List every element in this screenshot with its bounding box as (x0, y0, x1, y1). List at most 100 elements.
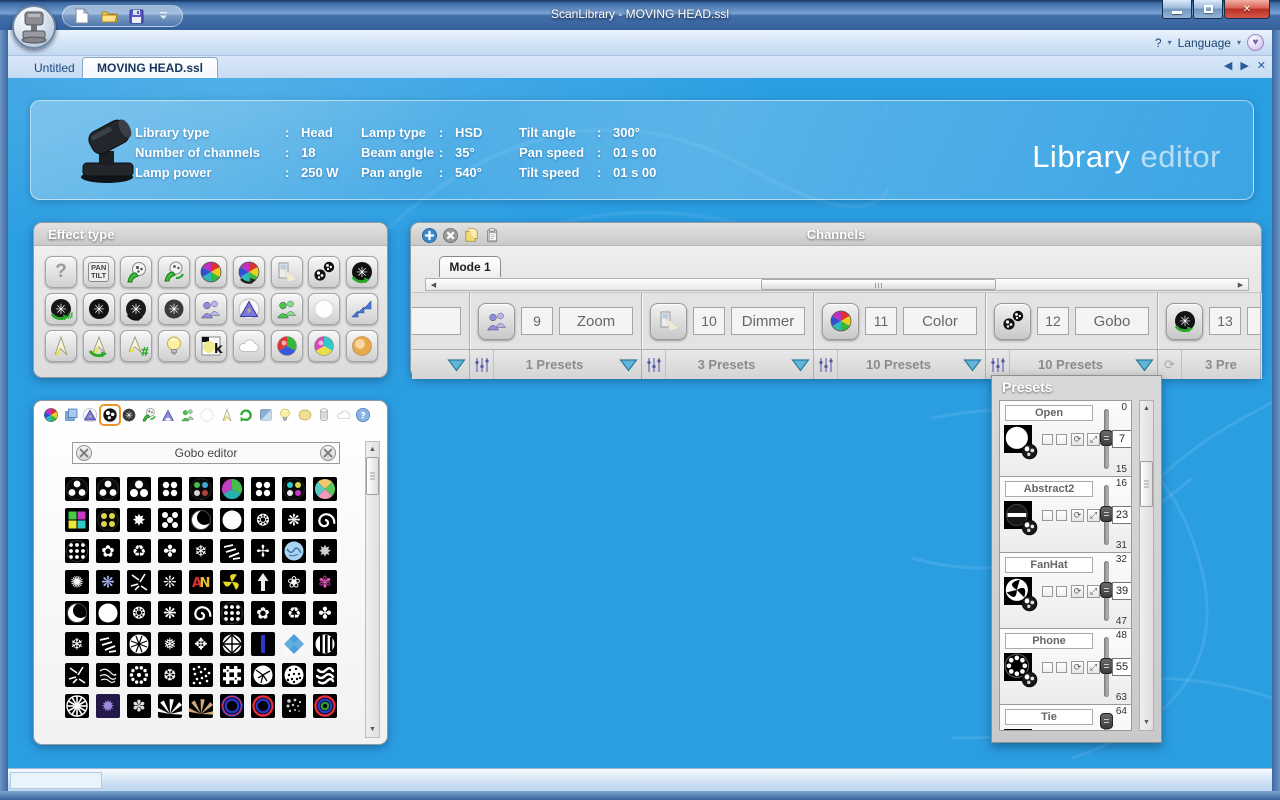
gobo-thumbnail[interactable]: ✢ (251, 539, 275, 563)
hands-icon[interactable] (140, 406, 158, 424)
gobo-thumbnail[interactable]: ❀ (282, 570, 306, 594)
gobo-thumbnail[interactable]: ❋ (96, 570, 120, 594)
gobo-thumbnail[interactable]: ✤ (158, 539, 182, 563)
preset-value-field[interactable]: 7 (1112, 430, 1132, 448)
preset-expand-button[interactable]: ⤢ (1087, 433, 1100, 446)
gobo-thumbnail[interactable] (189, 663, 213, 687)
gobo-thumbnail[interactable] (220, 508, 244, 532)
gobo-thumbnail[interactable]: ❄ (65, 632, 89, 656)
scrollbar-thumb[interactable] (1140, 461, 1153, 507)
scroll-up-icon[interactable]: ▲ (366, 443, 379, 456)
gobo-thumbnail[interactable] (282, 694, 306, 718)
gobo-thumbnail[interactable] (251, 477, 275, 501)
preset-checkbox-2[interactable] (1056, 586, 1067, 597)
preset-slider[interactable] (1104, 637, 1109, 697)
gobo-rotation-green-icon[interactable]: ✳# (45, 293, 77, 325)
preset-expand-button[interactable]: ⤢ (1087, 661, 1100, 674)
tab-prev-icon[interactable]: ◀ (1224, 59, 1232, 72)
pan-tilt-icon[interactable]: PANTILT (83, 256, 115, 288)
preset-rotate-button[interactable]: ⟳ (1071, 661, 1084, 674)
gobo-vertical-scrollbar[interactable]: ▲ ▼ (365, 441, 380, 738)
frost-icon[interactable]: ✳ (120, 406, 138, 424)
cylinder-icon[interactable] (315, 406, 333, 424)
presets-vertical-scrollbar[interactable]: ▲ ▼ (1139, 400, 1154, 731)
presets-dropdown-icon[interactable] (443, 358, 469, 372)
unknown-effect-icon[interactable]: ? (45, 256, 77, 288)
gobo-thumbnail[interactable] (313, 663, 337, 687)
channel-type-icon[interactable] (650, 303, 687, 340)
gobo-thumbnail[interactable] (158, 694, 182, 718)
minimize-button[interactable] (1162, 0, 1192, 19)
preset-name-field[interactable]: Abstract2 (1005, 481, 1093, 497)
iris-arrow-icon[interactable] (218, 406, 236, 424)
channel-type-icon[interactable] (478, 303, 515, 340)
copy-channel-icon[interactable] (462, 226, 480, 244)
channel-name-field[interactable] (1247, 307, 1261, 335)
gobo-thumbnail[interactable] (96, 477, 120, 501)
gobo-thumbnail[interactable] (313, 632, 337, 656)
prism-arch-icon[interactable] (159, 406, 177, 424)
scroll-down-icon[interactable]: ▼ (366, 723, 379, 736)
gobo-thumbnail[interactable] (127, 570, 151, 594)
channel-presets-row[interactable]: ⟳3 Pre (1158, 349, 1260, 379)
gobo-thumbnail[interactable] (282, 539, 306, 563)
preset-value-field[interactable]: 39 (1112, 582, 1132, 600)
gobo-thumbnail[interactable] (220, 570, 244, 594)
amber-ball-icon[interactable] (346, 330, 378, 362)
preset-rotate-button[interactable]: ⟳ (1071, 509, 1084, 522)
gobo-static-icon[interactable]: ✳ (83, 293, 115, 325)
preset-name-field[interactable]: Open (1005, 405, 1093, 421)
gobo-thumbnail[interactable] (127, 632, 151, 656)
gobo-icon[interactable] (101, 406, 119, 424)
prism-icon[interactable]: ⚡ (81, 406, 99, 424)
preset-checkbox-2[interactable] (1056, 510, 1067, 521)
focus-people-icon[interactable] (271, 293, 303, 325)
gobo-thumbnail[interactable] (313, 508, 337, 532)
help-icon[interactable]: ? (354, 406, 372, 424)
gobo-thumbnail[interactable] (282, 632, 306, 656)
channel-name-field[interactable]: Gobo (1075, 307, 1149, 335)
gobo-thumbnail[interactable] (251, 632, 275, 656)
gobo-thumbnail[interactable]: ✥ (189, 632, 213, 656)
lamp-icon[interactable] (158, 330, 190, 362)
iris-icon[interactable] (45, 330, 77, 362)
channel-number-field[interactable]: 9 (521, 307, 553, 335)
preset-value-field[interactable]: 23 (1112, 506, 1132, 524)
gobo-thumbnail[interactable]: ✿ (251, 601, 275, 625)
scroll-left-icon[interactable]: ◀ (427, 279, 440, 290)
scroll-right-icon[interactable]: ▶ (1234, 279, 1247, 290)
gobo-thumbnail[interactable]: ❋ (158, 601, 182, 625)
preset-slider[interactable] (1104, 713, 1109, 731)
frost-soft-icon[interactable] (308, 293, 340, 325)
channel-presets-row[interactable]: 3 Presets (642, 349, 813, 379)
channel-number-field[interactable]: 13 (1209, 307, 1241, 335)
gobo-thumbnail[interactable] (96, 632, 120, 656)
gobo-thumbnail[interactable] (65, 539, 89, 563)
gobo-wheel-icon[interactable] (308, 256, 340, 288)
gobo-thumbnail[interactable]: ❄ (189, 539, 213, 563)
gobo-thumbnail[interactable]: ✸ (313, 539, 337, 563)
gobo-hand-rotation-icon[interactable] (158, 256, 190, 288)
gobo-thumbnail[interactable] (220, 477, 244, 501)
gobo-thumbnail[interactable] (189, 601, 213, 625)
preset-slider-thumb[interactable] (1100, 713, 1113, 729)
paste-channel-icon[interactable] (483, 226, 501, 244)
channel-name-field[interactable]: is (412, 307, 461, 335)
toolbar-options-chevron-icon[interactable] (154, 7, 172, 25)
gobo-thumbnail[interactable]: ✺ (65, 570, 89, 594)
gobo-thumbnail[interactable] (65, 508, 89, 532)
color-wheel-icon[interactable] (42, 406, 60, 424)
gobo-thumbnail[interactable] (158, 508, 182, 532)
close-button[interactable]: ✕ (1224, 0, 1270, 19)
gobo-thumbnail[interactable] (65, 694, 89, 718)
gobo-thumbnail[interactable] (65, 477, 89, 501)
tab-close-icon[interactable]: ✕ (1257, 59, 1266, 72)
lamp-icon[interactable] (276, 406, 294, 424)
presets-dropdown-icon[interactable] (1131, 358, 1157, 372)
gobo-thumbnail[interactable] (127, 477, 151, 501)
scrollbar-thumb[interactable] (366, 457, 379, 495)
gobo-thumbnail[interactable] (220, 663, 244, 687)
gobo-index-icon[interactable]: ✳ (120, 293, 152, 325)
preset-checkbox-1[interactable] (1042, 510, 1053, 521)
maximize-button[interactable] (1193, 0, 1223, 19)
